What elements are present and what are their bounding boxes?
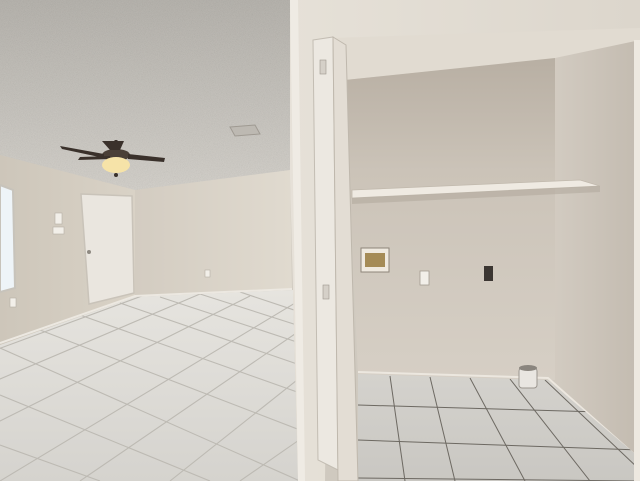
wall-outlet-back <box>204 269 211 278</box>
ceiling-vent <box>229 124 261 137</box>
closet-outlet <box>419 270 430 286</box>
window <box>0 183 17 294</box>
closet-back-wall <box>345 58 555 380</box>
ceiling <box>0 0 290 190</box>
entry-door <box>80 193 135 305</box>
room-photo <box>0 0 640 481</box>
door-frame-right <box>634 40 640 481</box>
switch-plate <box>52 226 65 235</box>
washer-box <box>360 247 390 273</box>
door-knob <box>87 250 91 254</box>
drain-pipe <box>518 365 538 389</box>
door-hinge-top <box>319 59 327 75</box>
fan-light <box>102 157 130 173</box>
room-illustration <box>0 0 640 481</box>
light-switch <box>54 212 63 225</box>
wall-outlet <box>9 297 17 308</box>
door-hinge-bottom <box>322 284 330 300</box>
back-wall <box>135 170 292 297</box>
dryer-outlet <box>484 266 493 281</box>
